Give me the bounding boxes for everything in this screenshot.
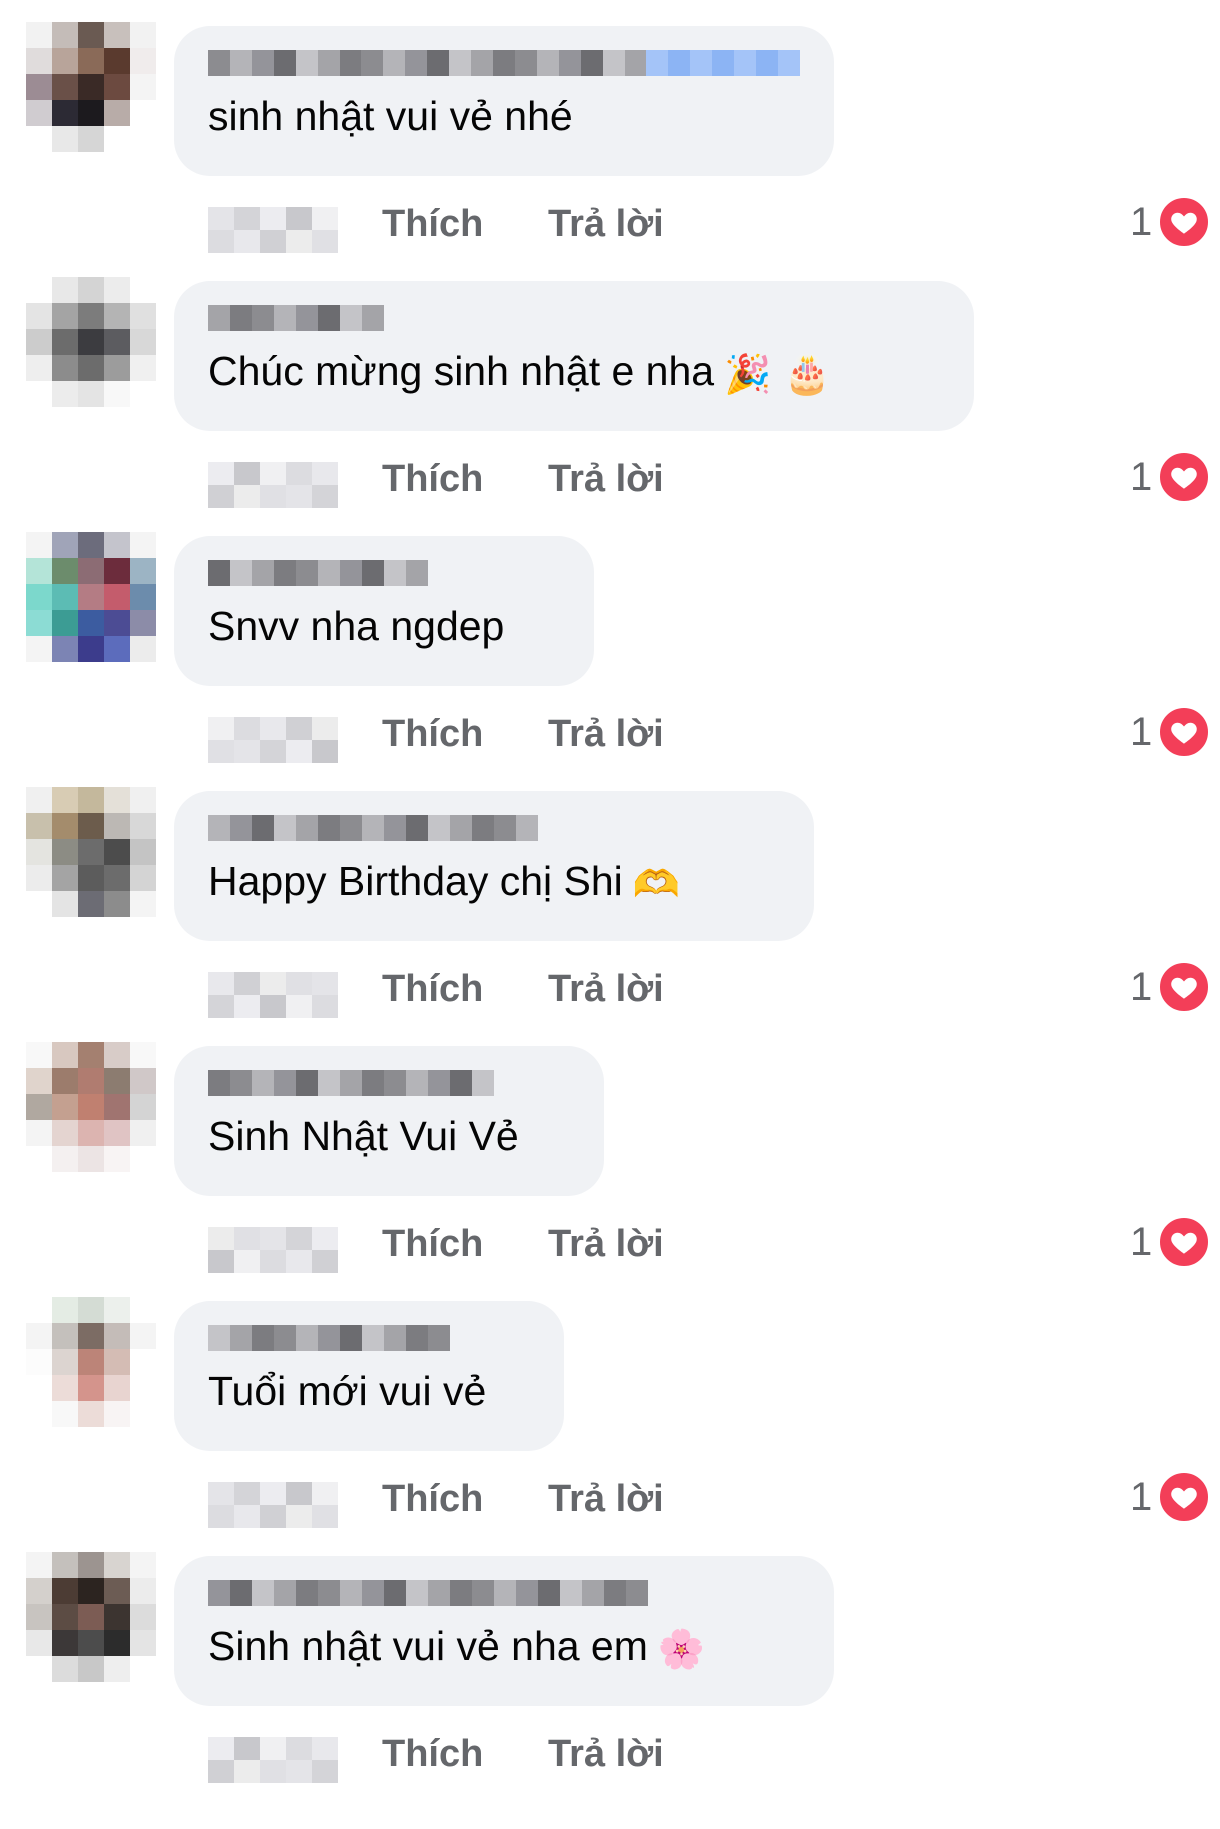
comment-actions: Thích Trả lời 1	[208, 1471, 1211, 1528]
comment-text: Sinh Nhật Vui Vẻ	[208, 1110, 570, 1162]
comment-actions: Thích Trả lời 1	[208, 706, 1211, 763]
comment-item: Sinh Nhật Vui Vẻ Thích Trả lời 1	[0, 1042, 1220, 1297]
comment-text: sinh nhật vui vẻ nhé	[208, 90, 800, 142]
avatar[interactable]	[26, 1552, 156, 1682]
author-name-blurred[interactable]	[208, 50, 800, 76]
like-button[interactable]: Thích	[382, 968, 483, 1011]
timestamp-blurred[interactable]	[208, 1737, 338, 1783]
author-name-blurred[interactable]	[208, 1070, 570, 1096]
comment-actions: Thích Trả lời	[208, 1727, 1208, 1783]
reply-button[interactable]: Trả lời	[548, 1478, 664, 1521]
author-name-blurred[interactable]	[208, 1325, 530, 1351]
reaction-count: 1	[1130, 454, 1153, 499]
comment-item: Tuổi mới vui vẻ Thích Trả lời 1	[0, 1297, 1220, 1552]
author-name-blurred[interactable]	[208, 560, 560, 586]
reply-button[interactable]: Trả lời	[548, 458, 664, 501]
comment-bubble: Happy Birthday chị Shi 🫶	[174, 791, 814, 941]
heart-icon	[1158, 706, 1211, 758]
timestamp-blurred[interactable]	[208, 972, 338, 1018]
like-button[interactable]: Thích	[382, 1733, 483, 1776]
reply-button[interactable]: Trả lời	[548, 713, 664, 756]
comment-bubble: Snvv nha ngdep	[174, 536, 594, 686]
timestamp-blurred[interactable]	[208, 462, 338, 508]
author-name-blurred[interactable]	[208, 305, 940, 331]
reply-button[interactable]: Trả lời	[548, 968, 664, 1011]
avatar[interactable]	[26, 22, 156, 152]
heart-hands-icon: 🫶	[632, 862, 681, 907]
reaction-summary[interactable]: 1	[1130, 706, 1211, 758]
comment-item: Sinh nhật vui vẻ nha em 🌸 Thích Trả lời	[0, 1552, 1220, 1807]
reaction-summary[interactable]: 1	[1130, 1216, 1211, 1268]
comment-item: Happy Birthday chị Shi 🫶 Thích Trả lời 1	[0, 787, 1220, 1042]
like-button[interactable]: Thích	[382, 203, 483, 246]
reaction-summary[interactable]: 1	[1130, 196, 1211, 248]
timestamp-blurred[interactable]	[208, 717, 338, 763]
avatar[interactable]	[26, 277, 156, 407]
comment-text: Chúc mừng sinh nhật e nha 🎉 🎂	[208, 345, 940, 400]
avatar[interactable]	[26, 1297, 156, 1427]
heart-icon	[1158, 1471, 1211, 1523]
author-name-blurred[interactable]	[208, 815, 780, 841]
comment-text-content: Chúc mừng sinh nhật e nha	[208, 348, 715, 394]
comment-text-content: Snvv nha ngdep	[208, 603, 505, 649]
avatar[interactable]	[26, 532, 156, 662]
comment-item: sinh nhật vui vẻ nhé Thích Trả lời 1	[0, 22, 1220, 277]
heart-icon	[1158, 1216, 1211, 1268]
reaction-count: 1	[1130, 1474, 1153, 1519]
timestamp-blurred[interactable]	[208, 1227, 338, 1273]
comment-actions: Thích Trả lời 1	[208, 451, 1211, 508]
reaction-count: 1	[1130, 199, 1153, 244]
like-button[interactable]: Thích	[382, 1478, 483, 1521]
reply-button[interactable]: Trả lời	[548, 1223, 664, 1266]
comment-bubble: Tuổi mới vui vẻ	[174, 1301, 564, 1451]
reaction-count: 1	[1130, 709, 1153, 754]
comment-text-content: Sinh nhật vui vẻ nha em	[208, 1623, 648, 1669]
cherry-blossom-icon: 🌸	[657, 1627, 706, 1672]
reply-button[interactable]: Trả lời	[548, 203, 664, 246]
comment-text: Sinh nhật vui vẻ nha em 🌸	[208, 1620, 800, 1675]
timestamp-blurred[interactable]	[208, 207, 338, 253]
like-button[interactable]: Thích	[382, 458, 483, 501]
heart-icon	[1158, 961, 1211, 1013]
avatar[interactable]	[26, 787, 156, 917]
comment-text: Snvv nha ngdep	[208, 600, 560, 652]
comment-text-content: sinh nhật vui vẻ nhé	[208, 93, 573, 139]
comment-bubble: Sinh nhật vui vẻ nha em 🌸	[174, 1556, 834, 1706]
comment-item: Snvv nha ngdep Thích Trả lời 1	[0, 532, 1220, 787]
heart-icon	[1158, 196, 1211, 248]
timestamp-blurred[interactable]	[208, 1482, 338, 1528]
party-popper-and-cake-icon: 🎉 🎂	[724, 352, 831, 397]
reaction-count: 1	[1130, 964, 1153, 1009]
comment-actions: Thích Trả lời 1	[208, 1216, 1211, 1273]
comment-bubble: Chúc mừng sinh nhật e nha 🎉 🎂	[174, 281, 974, 431]
comment-text-content: Sinh Nhật Vui Vẻ	[208, 1113, 519, 1159]
reaction-count: 1	[1130, 1219, 1153, 1264]
heart-icon	[1158, 451, 1211, 503]
comment-bubble: sinh nhật vui vẻ nhé	[174, 26, 834, 176]
comment-text-content: Tuổi mới vui vẻ	[208, 1368, 487, 1414]
reaction-summary[interactable]: 1	[1130, 961, 1211, 1013]
like-button[interactable]: Thích	[382, 713, 483, 756]
reply-button[interactable]: Trả lời	[548, 1733, 664, 1776]
comment-item: Chúc mừng sinh nhật e nha 🎉 🎂 Thích Trả lời…	[0, 277, 1220, 532]
comment-bubble: Sinh Nhật Vui Vẻ	[174, 1046, 604, 1196]
comment-actions: Thích Trả lời 1	[208, 196, 1211, 253]
comment-text: Tuổi mới vui vẻ	[208, 1365, 530, 1417]
reaction-summary[interactable]: 1	[1130, 1471, 1211, 1523]
avatar[interactable]	[26, 1042, 156, 1172]
like-button[interactable]: Thích	[382, 1223, 483, 1266]
comment-text-content: Happy Birthday chị Shi	[208, 858, 623, 904]
reaction-summary[interactable]: 1	[1130, 451, 1211, 503]
comment-actions: Thích Trả lời 1	[208, 961, 1211, 1018]
author-name-blurred[interactable]	[208, 1580, 800, 1606]
comment-text: Happy Birthday chị Shi 🫶	[208, 855, 780, 910]
